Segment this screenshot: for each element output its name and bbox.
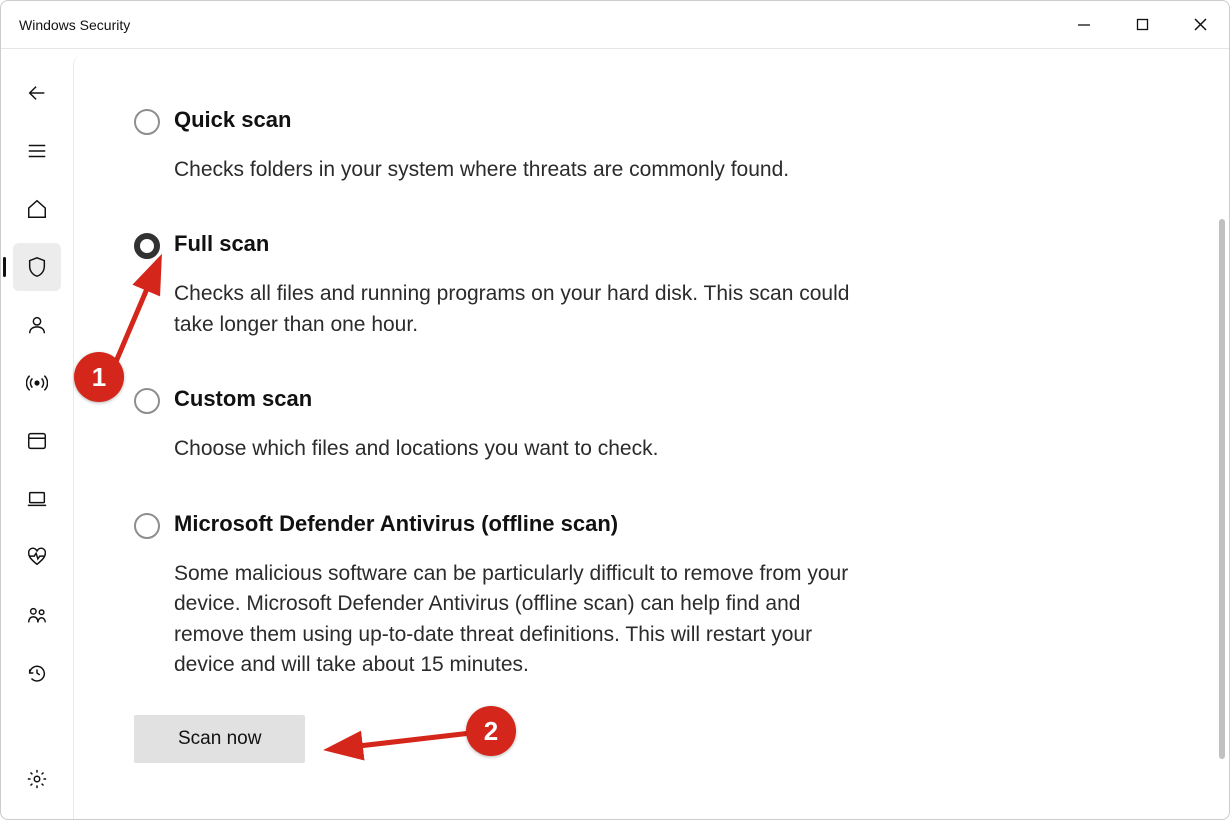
offline-scan-title: Microsoft Defender Antivirus (offline sc…	[174, 511, 874, 537]
nav-app-browser[interactable]	[13, 417, 61, 465]
radio-quick-scan[interactable]	[134, 109, 160, 135]
radio-offline-scan[interactable]	[134, 513, 160, 539]
nav-firewall-network[interactable]	[13, 359, 61, 407]
full-scan-desc: Checks all files and running programs on…	[174, 279, 874, 340]
nav-virus-protection[interactable]	[13, 243, 61, 291]
custom-scan-desc: Choose which files and locations you wan…	[174, 434, 874, 464]
nav-family-options[interactable]	[13, 591, 61, 639]
back-button[interactable]	[13, 69, 61, 117]
annotation-badge-2: 2	[466, 706, 516, 756]
menu-icon	[26, 140, 48, 162]
family-icon	[26, 604, 48, 626]
app-window: Windows Security	[0, 0, 1230, 820]
history-icon	[26, 662, 48, 684]
radio-full-scan[interactable]	[134, 233, 160, 259]
scan-option-custom[interactable]: Custom scan Choose which files and locat…	[134, 386, 874, 464]
window-title: Windows Security	[19, 17, 130, 33]
full-scan-title: Full scan	[174, 231, 874, 257]
person-icon	[26, 314, 48, 336]
gear-icon	[26, 768, 48, 790]
nav-settings[interactable]	[13, 755, 61, 803]
quick-scan-title: Quick scan	[174, 107, 874, 133]
antenna-icon	[26, 372, 48, 394]
nav-device-security[interactable]	[13, 475, 61, 523]
vertical-scrollbar[interactable]	[1219, 219, 1225, 759]
scan-option-full[interactable]: Full scan Checks all files and running p…	[134, 231, 874, 340]
window-controls	[1055, 1, 1229, 48]
scan-option-offline[interactable]: Microsoft Defender Antivirus (offline sc…	[134, 511, 874, 681]
nav-account-protection[interactable]	[13, 301, 61, 349]
main-content: Quick scan Checks folders in your system…	[73, 55, 1229, 819]
home-icon	[26, 198, 48, 220]
maximize-icon	[1136, 18, 1149, 31]
custom-scan-title: Custom scan	[174, 386, 874, 412]
scan-option-quick[interactable]: Quick scan Checks folders in your system…	[134, 107, 874, 185]
minimize-button[interactable]	[1055, 1, 1113, 48]
maximize-button[interactable]	[1113, 1, 1171, 48]
nav-protection-history[interactable]	[13, 649, 61, 697]
nav-device-performance[interactable]	[13, 533, 61, 581]
annotation-badge-1: 1	[74, 352, 124, 402]
quick-scan-desc: Checks folders in your system where thre…	[174, 155, 874, 185]
titlebar: Windows Security	[1, 1, 1229, 49]
shield-icon	[26, 256, 48, 278]
sidebar	[1, 49, 73, 819]
minimize-icon	[1077, 18, 1091, 32]
close-icon	[1193, 17, 1208, 32]
scan-now-button[interactable]: Scan now	[134, 715, 305, 763]
offline-scan-desc: Some malicious software can be particula…	[174, 559, 874, 681]
app-window-icon	[26, 430, 48, 452]
close-button[interactable]	[1171, 1, 1229, 48]
radio-custom-scan[interactable]	[134, 388, 160, 414]
heart-icon	[26, 546, 48, 568]
nav-home[interactable]	[13, 185, 61, 233]
laptop-icon	[26, 488, 48, 510]
hamburger-menu[interactable]	[13, 127, 61, 175]
arrow-left-icon	[26, 82, 48, 104]
